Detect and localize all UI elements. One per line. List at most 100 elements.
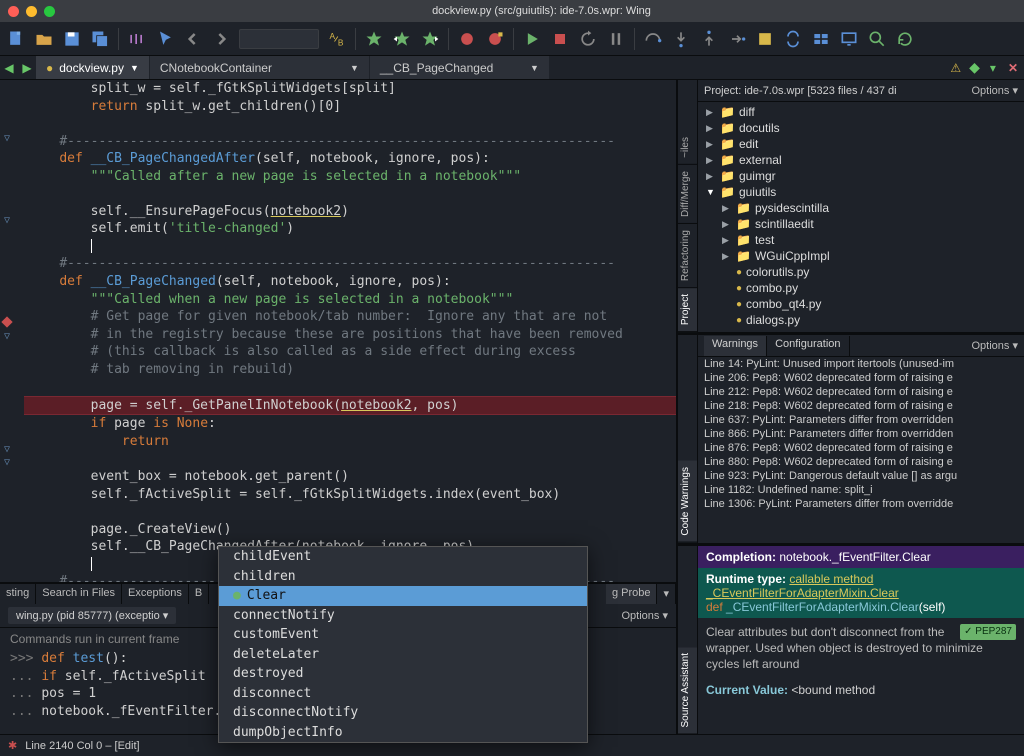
bottom-tab[interactable]: sting <box>0 584 36 604</box>
warning-item[interactable]: Line 1182: Undefined name: split_i <box>698 483 1024 497</box>
configuration-tab[interactable]: Configuration <box>767 336 849 356</box>
vtab-diff[interactable]: Diff/Merge <box>678 165 697 224</box>
goto-icon[interactable] <box>127 29 147 49</box>
console-options[interactable]: Options ▾ <box>622 609 669 622</box>
doc-nav-fwd-icon[interactable]: ▶ <box>18 56 36 79</box>
breakpoint-icon[interactable] <box>457 29 477 49</box>
doc-tab-file[interactable]: ● dockview.py ▼ <box>36 56 150 79</box>
warning-icon[interactable]: ⚠ <box>946 56 965 79</box>
step-next-icon[interactable] <box>727 29 747 49</box>
autocomplete-item[interactable]: deleteLater <box>219 645 587 665</box>
step-over-icon[interactable] <box>643 29 663 49</box>
project-tree[interactable]: ▶📁diff▶📁docutils▶📁edit▶📁external▶📁guimgr… <box>698 102 1024 332</box>
pause-icon[interactable] <box>606 29 626 49</box>
stop-icon[interactable] <box>550 29 570 49</box>
autocomplete-popup[interactable]: childEventchildren●ClearconnectNotifycus… <box>218 546 588 743</box>
tree-file[interactable]: ●combo.py <box>698 280 1024 296</box>
bookmark-icon[interactable] <box>364 29 384 49</box>
tree-folder[interactable]: ▶📁WGuiCppImpl <box>698 248 1024 264</box>
save-icon[interactable] <box>62 29 82 49</box>
tree-folder[interactable]: ▶📁docutils <box>698 120 1024 136</box>
pointer-icon[interactable] <box>155 29 175 49</box>
autocomplete-item[interactable]: children <box>219 567 587 587</box>
search-tool-icon[interactable] <box>867 29 887 49</box>
snippets-icon[interactable] <box>811 29 831 49</box>
bottom-tab[interactable]: Search in Files <box>36 584 122 604</box>
tree-folder[interactable]: ▶📁test <box>698 232 1024 248</box>
sync-icon[interactable] <box>783 29 803 49</box>
refresh-icon[interactable] <box>895 29 915 49</box>
autocomplete-item[interactable]: destroyed <box>219 664 587 684</box>
breakpoint-cond-icon[interactable] <box>485 29 505 49</box>
warning-item[interactable]: Line 880: Pep8: W602 deprecated form of … <box>698 455 1024 469</box>
warning-item[interactable]: Line 923: PyLint: Dangerous default valu… <box>698 469 1024 483</box>
new-file-icon[interactable] <box>6 29 26 49</box>
warning-item[interactable]: Line 866: PyLint: Parameters differ from… <box>698 427 1024 441</box>
warning-item[interactable]: Line 212: Pep8: W602 deprecated form of … <box>698 385 1024 399</box>
tree-folder[interactable]: ▶📁edit <box>698 136 1024 152</box>
tree-file[interactable]: ●colorutils.py <box>698 264 1024 280</box>
maximize-icon[interactable] <box>44 6 55 17</box>
warning-item[interactable]: Line 206: Pep8: W602 deprecated form of … <box>698 371 1024 385</box>
step-into-icon[interactable] <box>671 29 691 49</box>
bookmark-next-icon[interactable] <box>420 29 440 49</box>
warnings-list[interactable]: Line 14: PyLint: Unused import itertools… <box>698 357 1024 543</box>
tree-folder[interactable]: ▶📁guimgr <box>698 168 1024 184</box>
close-doc-icon[interactable]: ✕ <box>1002 56 1024 79</box>
doc-menu-icon[interactable]: ▾ <box>984 56 1002 79</box>
tree-file[interactable]: ●combo_qt4.py <box>698 296 1024 312</box>
back-icon[interactable] <box>183 29 203 49</box>
autocomplete-item[interactable]: disconnectNotify <box>219 703 587 723</box>
vtab-refactoring[interactable]: Refactoring <box>678 224 697 288</box>
warning-item[interactable]: Line 876: Pep8: W602 deprecated form of … <box>698 441 1024 455</box>
run-icon[interactable] <box>522 29 542 49</box>
close-icon[interactable] <box>8 6 19 17</box>
doc-tab-class[interactable]: CNotebookContainer ▼ <box>150 56 370 79</box>
autocomplete-item[interactable]: childEvent <box>219 547 587 567</box>
doc-nav-back-icon[interactable]: ◀ <box>0 56 18 79</box>
autocomplete-item[interactable]: ●Clear <box>219 586 587 606</box>
warnings-options[interactable]: Options ▾ <box>972 339 1019 352</box>
minimize-icon[interactable] <box>26 6 37 17</box>
warnings-tab[interactable]: Warnings <box>704 336 767 356</box>
bottom-tab[interactable]: B <box>189 584 209 604</box>
display-icon[interactable] <box>839 29 859 49</box>
bottom-tab-debug-probe[interactable]: g Probe <box>606 584 658 604</box>
vtab-source-assistant[interactable]: Source Assistant <box>678 647 697 734</box>
forward-icon[interactable] <box>211 29 231 49</box>
warning-item[interactable]: Line 1306: PyLint: Parameters differ fro… <box>698 497 1024 511</box>
tree-folder[interactable]: ▶📁external <box>698 152 1024 168</box>
save-all-icon[interactable] <box>90 29 110 49</box>
split-icon[interactable]: ◆ <box>965 56 984 79</box>
tree-folder[interactable]: ▶📁scintillaedit <box>698 216 1024 232</box>
tree-folder[interactable]: ▼📁guiutils <box>698 184 1024 200</box>
search-input[interactable] <box>239 29 319 49</box>
autocomplete-item[interactable]: customEvent <box>219 625 587 645</box>
tree-folder[interactable]: ▶📁diff <box>698 104 1024 120</box>
tree-folder[interactable]: ▶📁pysidescintilla <box>698 200 1024 216</box>
replace-icon[interactable]: AB <box>327 29 347 49</box>
code-editor[interactable]: ▽ ▽ ▽ ▽ ▽ split_w = self._fGtkSplitWidge… <box>0 80 676 582</box>
doc-tab-symbol[interactable]: __CB_PageChanged ▼ <box>370 56 550 79</box>
warning-item[interactable]: Line 218: Pep8: W602 deprecated form of … <box>698 399 1024 413</box>
breakpoint-marker[interactable] <box>1 316 12 327</box>
autocomplete-item[interactable]: connectNotify <box>219 606 587 626</box>
autocomplete-item[interactable]: dumpObjectInfo <box>219 723 587 743</box>
bookmark-prev-icon[interactable] <box>392 29 412 49</box>
step-out-icon[interactable] <box>699 29 719 49</box>
bottom-tab[interactable]: Exceptions <box>122 584 189 604</box>
open-file-icon[interactable] <box>34 29 54 49</box>
process-selector[interactable]: wing.py (pid 85777) (exceptio ▾ <box>8 607 176 624</box>
tree-file[interactable]: ●dialogs.py <box>698 312 1024 328</box>
vtab-code-warnings[interactable]: Code Warnings <box>678 461 697 543</box>
project-options[interactable]: Options ▾ <box>972 84 1019 97</box>
bottom-tab-menu-icon[interactable]: ▾ <box>657 584 676 604</box>
bug-icon[interactable]: ✱ <box>8 739 17 752</box>
vtab-project[interactable]: Project <box>678 288 697 332</box>
warning-item[interactable]: Line 637: PyLint: Parameters differ from… <box>698 413 1024 427</box>
lint-icon[interactable] <box>755 29 775 49</box>
vtab-files[interactable]: ~iles <box>678 131 697 165</box>
restart-icon[interactable] <box>578 29 598 49</box>
autocomplete-item[interactable]: disconnect <box>219 684 587 704</box>
warning-item[interactable]: Line 14: PyLint: Unused import itertools… <box>698 357 1024 371</box>
